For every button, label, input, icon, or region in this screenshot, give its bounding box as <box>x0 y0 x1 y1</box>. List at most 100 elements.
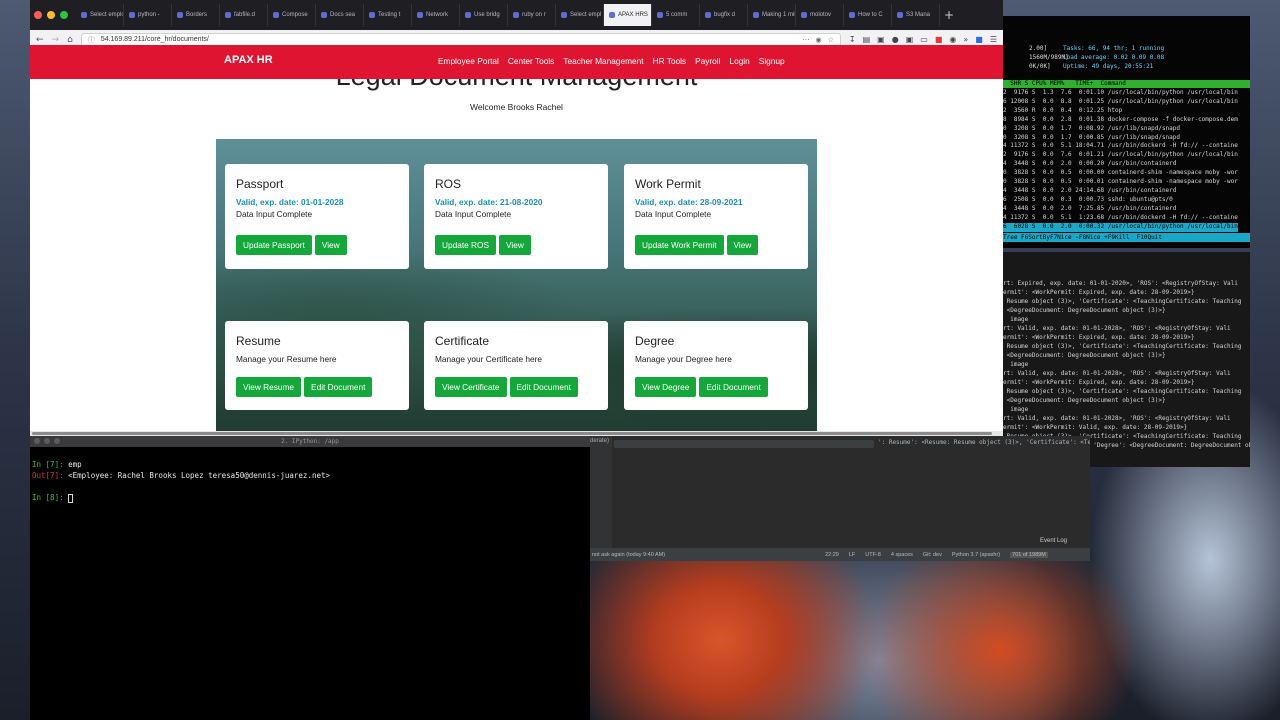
nav-teacher-management[interactable]: Teacher Management <box>563 56 643 66</box>
view-ros-button[interactable]: View <box>499 235 531 255</box>
process-row[interactable]: 0 3828 S 0.0 0.5 0:00.01 containerd-shim… <box>1003 178 1238 187</box>
nav-login[interactable]: Login <box>729 56 749 66</box>
ipython-terminal: 2. IPython: /app In [7]: emp Out[7]: <Em… <box>30 436 590 720</box>
browser-tab[interactable]: bugfix d <box>700 4 748 26</box>
edit-certificate-button[interactable]: Edit Document <box>509 377 578 397</box>
new-tab-icon[interactable]: + <box>940 8 958 22</box>
text-cursor[interactable] <box>68 493 74 503</box>
browser-tab[interactable]: fabfile.d <box>220 4 268 26</box>
menu-icon[interactable]: ☰ <box>990 35 997 44</box>
nav-signup[interactable]: Signup <box>759 56 785 66</box>
process-row[interactable]: 4 11372 S 0.0 5.1 1:23.68 /usr/bin/docke… <box>1003 214 1238 223</box>
edit-resume-button[interactable]: Edit Document <box>304 377 373 397</box>
puzzle-icon[interactable]: ■ <box>975 35 983 44</box>
home-icon[interactable]: ⌂ <box>67 35 73 45</box>
browser-tab[interactable]: Use bridg <box>460 4 508 26</box>
tab-label: ruby on r <box>522 12 546 18</box>
view-work-permit-button[interactable]: View <box>726 235 759 255</box>
bookmark-star-icon[interactable]: ☆ <box>828 36 834 44</box>
browser-tab[interactable]: Compose <box>268 4 316 26</box>
view-degree-button[interactable]: View Degree <box>635 377 697 397</box>
view-certificate-button[interactable]: View Certificate <box>435 377 507 397</box>
process-row[interactable]: 6 6028 S 0.0 2.0 0:00.32 /usr/local/bin/… <box>1003 222 1238 232</box>
update-passport-button[interactable]: Update Passport <box>236 235 312 255</box>
event-log-button[interactable]: Event Log <box>1040 538 1067 544</box>
process-row[interactable]: 8 8984 S 0.0 2.8 0:01.38 docker-compose … <box>1003 116 1238 125</box>
favicon-icon <box>609 12 615 18</box>
url-text: 54.169.89.211/core_hr/documents/ <box>100 36 209 43</box>
back-icon[interactable]: ← <box>36 35 44 45</box>
process-row[interactable]: 2 9176 S 0.0 7.6 0:01.21 /usr/local/bin/… <box>1003 151 1238 160</box>
extension-3-icon[interactable]: ■ <box>935 35 943 44</box>
process-row[interactable]: 6 2508 S 0.0 0.3 0:00.73 sshd: ubuntu@pt… <box>1003 196 1238 205</box>
edit-degree-button[interactable]: Edit Document <box>699 377 768 397</box>
log-line: ermit': <WorkPermit: Expired, exp. date:… <box>1003 334 1195 341</box>
sync-icon[interactable]: ● <box>892 35 899 44</box>
scrollbar-thumb[interactable] <box>32 432 992 435</box>
status-memory[interactable]: 701 of 1989M <box>1010 551 1048 558</box>
terminal-output[interactable]: In [7]: emp Out[7]: <Employee: Rachel Br… <box>30 447 590 503</box>
welcome-text: Welcome Brooks Rachel <box>470 102 563 112</box>
nav-employee-portal[interactable]: Employee Portal <box>438 56 499 66</box>
nav-payroll[interactable]: Payroll <box>695 56 720 66</box>
close-window-icon[interactable] <box>34 438 40 444</box>
card-description: Manage your Degree here <box>635 354 732 364</box>
process-row[interactable]: 0 3208 S 0.0 1.7 0:08.92 /usr/lib/snapd/… <box>1003 125 1238 134</box>
reader-icon[interactable]: ▣ <box>877 35 885 44</box>
update-work-permit-button[interactable]: Update Work Permit <box>635 235 724 255</box>
view-passport-button[interactable]: View <box>314 235 347 255</box>
more-icon[interactable]: ⋯ <box>802 36 809 44</box>
nav-center-tools[interactable]: Center Tools <box>508 56 554 66</box>
minimize-window-icon[interactable] <box>44 438 50 444</box>
status-interpreter[interactable]: Python 3.7 (apaxhr) <box>952 552 1000 558</box>
browser-tab[interactable]: Network <box>412 4 460 26</box>
process-row[interactable]: 0 3208 S 0.0 1.7 0:00.85 /usr/lib/snapd/… <box>1003 134 1238 143</box>
process-row[interactable]: 4 11372 S 0.0 5.1 18:04.71 /usr/bin/dock… <box>1003 142 1238 151</box>
process-row[interactable]: 2 3560 R 0.0 0.4 0:12.25 htop <box>1003 107 1238 116</box>
browser-tab[interactable]: molotov <box>796 4 844 26</box>
info-icon[interactable]: ⓘ <box>88 35 95 45</box>
pocket-icon[interactable]: ◉ <box>815 36 821 44</box>
browser-tab[interactable]: APAX HRS <box>604 4 652 26</box>
favicon-icon <box>273 12 279 18</box>
maximize-window-icon[interactable] <box>54 438 60 444</box>
browser-tab[interactable]: Docs sea <box>316 4 364 26</box>
status-indent[interactable]: 4 spaces <box>891 552 913 558</box>
extension-4-icon[interactable]: ◉ <box>949 35 956 44</box>
brand-logo[interactable]: APAX HR <box>224 54 273 66</box>
browser-tab[interactable]: Making 1 mil <box>748 4 796 26</box>
close-window-icon[interactable] <box>34 11 42 19</box>
forward-icon[interactable]: → <box>52 35 60 45</box>
status-position[interactable]: 22:29 <box>825 552 839 558</box>
process-row[interactable]: 4 3448 S 0.0 2.0 0:00.20 /usr/bin/contai… <box>1003 160 1238 169</box>
browser-tab[interactable]: S3 Mana <box>892 4 940 26</box>
extension-2-icon[interactable]: ▭ <box>920 35 928 44</box>
process-row[interactable]: 4 3448 S 0.0 2.0 24:14.68 /usr/bin/conta… <box>1003 187 1238 196</box>
process-row[interactable]: 6 12008 S 0.0 8.8 0:01.25 /usr/local/bin… <box>1003 98 1238 107</box>
browser-tab[interactable]: Select emplo <box>76 4 124 26</box>
log-line: rt: Valid, exp. date: 01-01-2028>, 'ROS'… <box>1003 370 1231 377</box>
maximize-window-icon[interactable] <box>60 11 68 19</box>
browser-tab[interactable]: Testing t <box>364 4 412 26</box>
status-git-branch[interactable]: Git: dev <box>923 552 942 558</box>
download-icon[interactable]: ↧ <box>849 35 856 44</box>
status-encoding[interactable]: UTF-8 <box>865 552 881 558</box>
nav-hr-tools[interactable]: HR Tools <box>653 56 687 66</box>
view-resume-button[interactable]: View Resume <box>236 377 302 397</box>
browser-tab[interactable]: How to C <box>844 4 892 26</box>
process-row[interactable]: 0 3828 S 0.0 0.5 0:00.00 containerd-shim… <box>1003 169 1238 178</box>
browser-tab[interactable]: Select empl <box>556 4 604 26</box>
status-line-ending[interactable]: LF <box>849 552 855 558</box>
process-row[interactable]: 2 9176 S 1.3 7.6 0:01.10 /usr/local/bin/… <box>1003 89 1238 98</box>
browser-tab[interactable]: python - <box>124 4 172 26</box>
library-icon[interactable]: ▤ <box>863 35 871 44</box>
uptime-stat: Uptime: 49 days, 20:55:21 <box>1063 63 1154 70</box>
browser-tab[interactable]: Borders <box>172 4 220 26</box>
extension-icon[interactable]: ▣ <box>906 35 914 44</box>
minimize-window-icon[interactable] <box>47 11 55 19</box>
overflow-icon[interactable]: » <box>963 35 968 44</box>
browser-tab[interactable]: ruby on r <box>508 4 556 26</box>
update-ros-button[interactable]: Update ROS <box>435 235 497 255</box>
browser-tab[interactable]: 5 comm <box>652 4 700 26</box>
process-row[interactable]: 4 3448 S 0.0 2.0 7:25.85 /usr/bin/contai… <box>1003 205 1238 214</box>
